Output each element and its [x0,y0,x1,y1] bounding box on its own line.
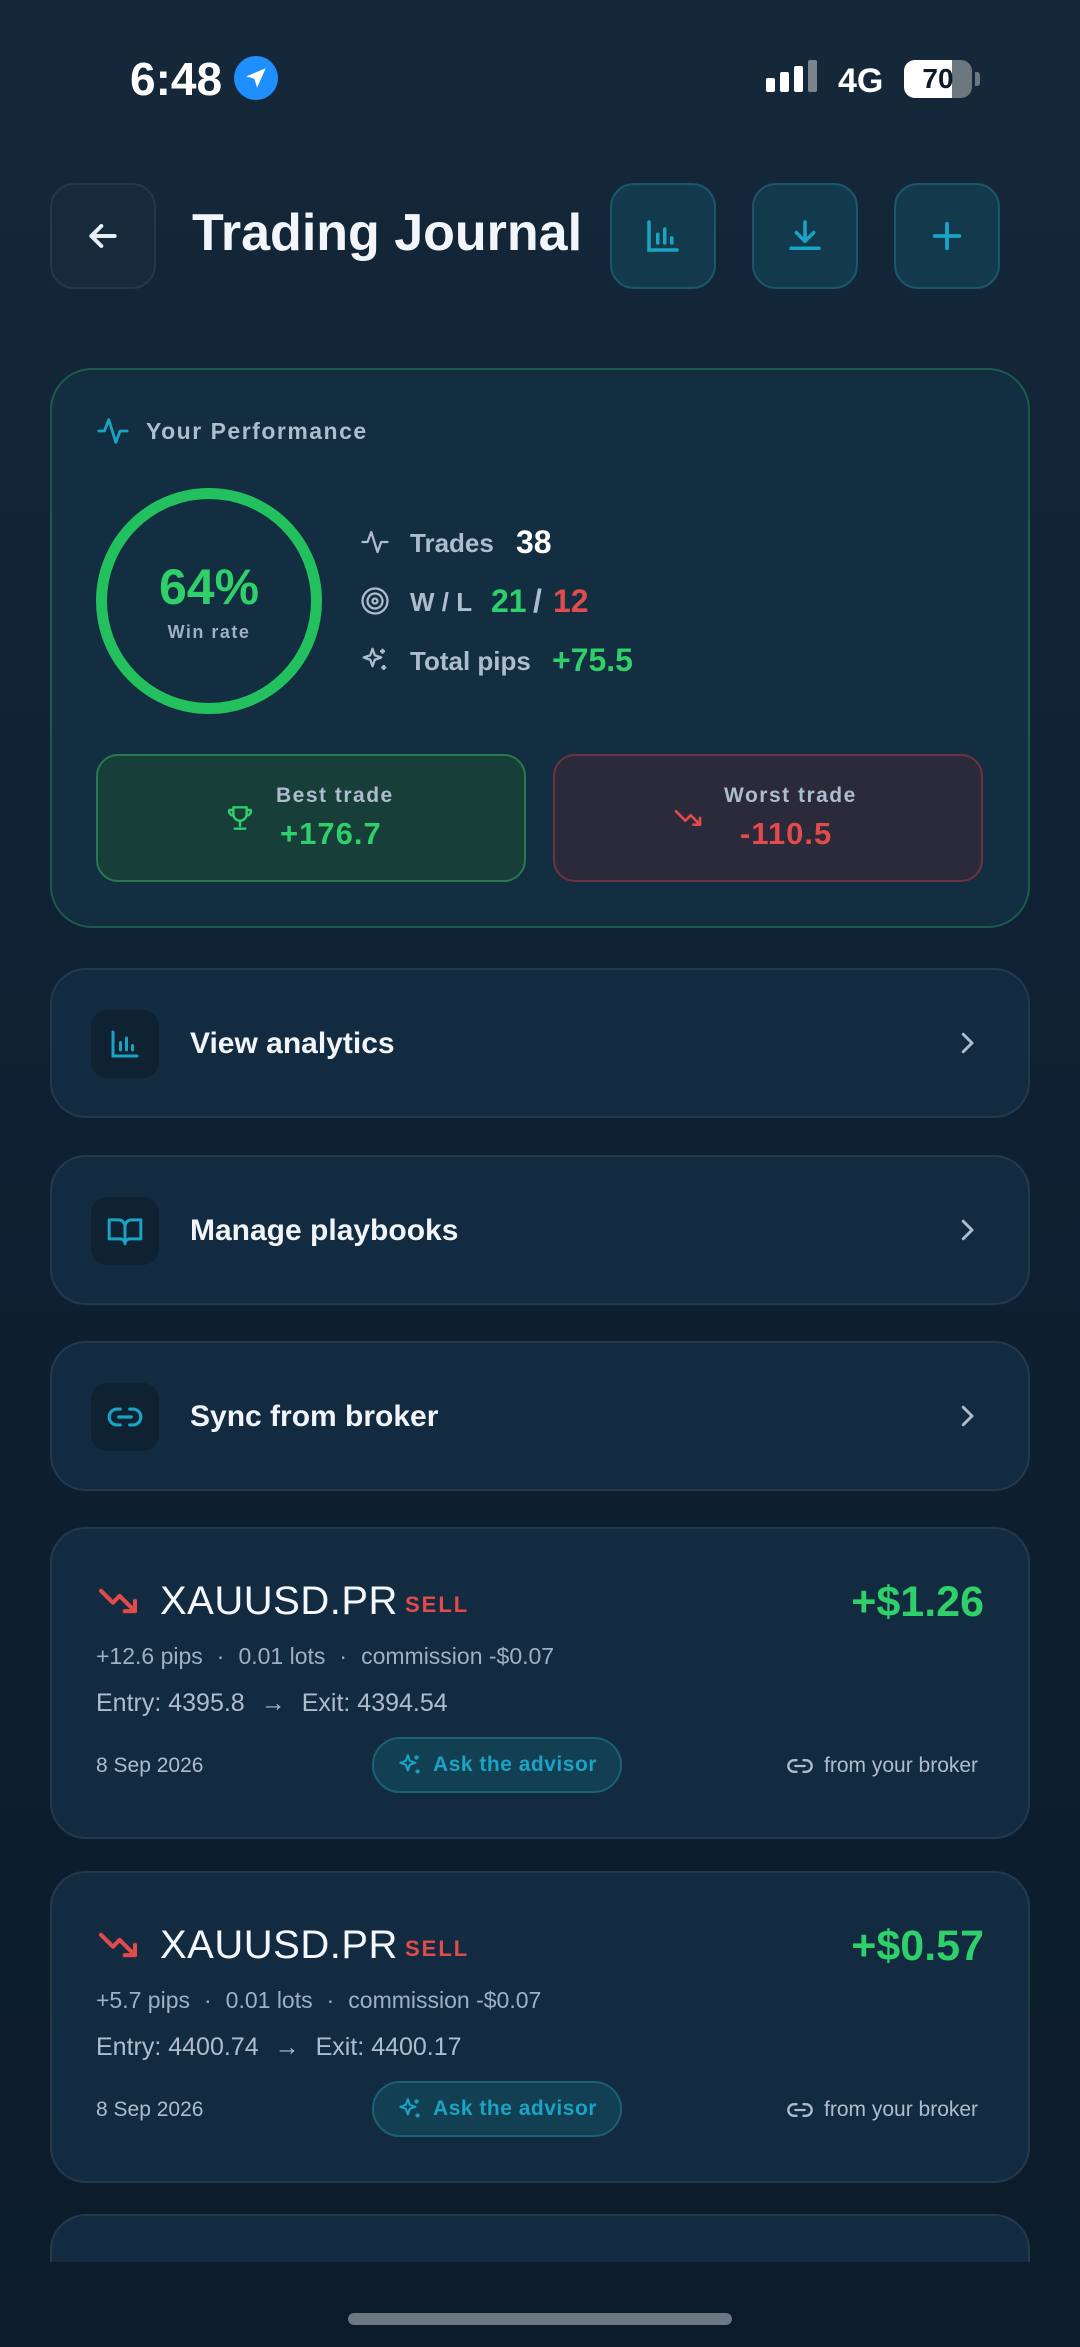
trade-exit: Exit: 4400.17 [315,2033,462,2061]
download-button[interactable] [752,183,858,289]
trend-down-icon [674,810,702,826]
chevron-right-icon [961,1405,974,1427]
add-button[interactable] [894,183,1000,289]
book-icon [107,1218,143,1246]
best-trade-label: Best trade [276,784,394,807]
ask-advisor-label: Ask the advisor [433,2097,597,2120]
trade-date: 8 Sep 2026 [96,1754,204,1777]
location-icon [234,56,278,100]
status-time: 6:48 [130,53,223,105]
trade-entry: Entry: 4400.74 [96,2033,259,2061]
meta-dot: · [326,1987,335,2013]
wl-label: W / L [410,587,473,617]
performance-title: Your Performance [146,418,368,444]
win-rate-value: 64% [158,559,260,615]
trade-symbol: XAUUSD.PR [160,1579,398,1623]
back-arrow-icon [89,224,117,248]
trade-commission: commission -$0.07 [361,1643,555,1669]
trade-meta: +5.7 pips · 0.01 lots · commission -$0.0… [96,1987,541,2014]
pips-label: Total pips [410,646,531,676]
chevron-right-icon [961,1219,974,1241]
trade-source-label: from your broker [824,1754,979,1777]
battery-tip [975,72,980,86]
meta-dot: · [339,1643,348,1669]
trades-label: Trades [410,528,494,558]
wins-count: 21 [491,583,527,619]
bar-chart-icon [111,1030,139,1058]
menu-icon-box [91,1197,159,1265]
menu-icon-box [91,1010,159,1078]
trend-down-icon [98,1932,138,1958]
trade-lots: 0.01 lots [225,1987,313,2013]
trade-entry: Entry: 4395.8 [96,1689,245,1717]
plus-icon [932,221,962,251]
signal-icon [766,60,817,92]
sync-broker-label: Sync from broker [190,1400,439,1433]
chevron-right-icon [961,1032,974,1054]
meta-dot: · [216,1643,225,1669]
trade-pnl: +$1.26 [851,1578,984,1626]
trade-symbol: XAUUSD.PR [160,1923,398,1967]
arrow-right-icon: → [260,1689,286,1717]
trade-side-badge: SELL [405,1592,470,1617]
trade-exit: Exit: 4394.54 [301,1689,448,1717]
bar-chart-icon [647,220,679,252]
download-icon [789,220,821,250]
ask-advisor-label: Ask the advisor [433,1753,597,1776]
link-icon [787,2103,813,2117]
bottom-safe-area [0,2262,1080,2347]
view-analytics-label: View analytics [190,1027,395,1060]
link-icon [787,1759,813,1773]
battery-level: 70 [922,63,954,94]
best-trade-value: +176.7 [280,816,382,851]
losses-count: 12 [553,583,589,619]
trade-meta: +12.6 pips · 0.01 lots · commission -$0.… [96,1643,554,1670]
arrow-right-icon: → [274,2033,300,2061]
wl-separator: / [533,583,542,619]
network-type: 4G [838,62,884,100]
trade-lots: 0.01 lots [238,1643,326,1669]
sparkles-icon [399,1754,420,1774]
ask-advisor-button[interactable]: Ask the advisor [372,2081,622,2137]
win-rate-label: Win rate [167,622,251,642]
worst-trade-label: Worst trade [724,784,857,807]
page-title: Trading Journal [192,204,583,262]
trade-source: from your broker [786,2096,978,2124]
trade-pips: +5.7 pips [96,1987,190,2013]
trade-date: 8 Sep 2026 [96,2098,204,2121]
analytics-button[interactable] [610,183,716,289]
sparkles-icon [399,2098,420,2118]
trade-source-label: from your broker [824,2098,979,2121]
meta-dot: · [204,1987,212,2013]
trade-source: from your broker [786,1752,978,1780]
trade-side-badge: SELL [405,1936,470,1961]
activity-icon [97,418,129,444]
trades-count: 38 [516,524,552,560]
menu-icon-box [91,1383,159,1451]
activity-icon [361,530,389,554]
trade-pips: +12.6 pips [96,1643,203,1669]
link-icon [107,1407,143,1427]
manage-playbooks-label: Manage playbooks [190,1214,459,1247]
trend-down-icon [98,1588,138,1614]
ask-advisor-button[interactable]: Ask the advisor [372,1737,622,1793]
back-button[interactable] [50,183,156,289]
target-icon [361,587,389,615]
trade-entry-exit: Entry: 4395.8 → Exit: 4394.54 [96,1689,448,1718]
worst-trade-value: -110.5 [740,816,833,851]
total-pips: +75.5 [552,642,633,678]
trade-entry-exit: Entry: 4400.74 → Exit: 4400.17 [96,2033,462,2062]
home-indicator[interactable] [348,2313,732,2325]
trade-commission: commission -$0.07 [348,1987,542,2013]
battery-icon: 70 [904,60,972,98]
sparkles-icon [362,647,387,670]
trade-pnl: +$0.57 [851,1922,984,1970]
trophy-icon [227,806,253,830]
